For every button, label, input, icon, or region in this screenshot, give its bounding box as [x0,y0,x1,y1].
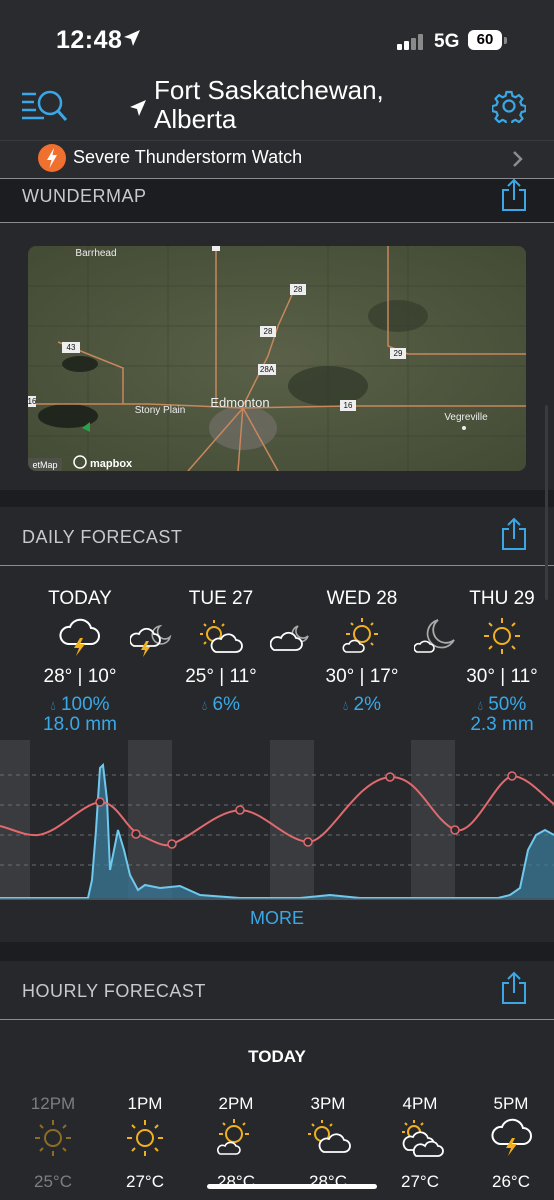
precip-percent: 100% [60,694,110,715]
map-label-edmonton: Edmonton [210,395,269,410]
divider [0,178,554,179]
day-precip: 💧︎ 50% [437,694,554,716]
map-road-number: 16 [28,397,37,406]
day-name: WED 28 [326,588,398,609]
forecast-graph[interactable] [0,740,554,900]
scrollbar[interactable] [545,405,548,600]
day-temps: 30° | 11° [466,666,538,687]
map-road-number: 43 [67,343,76,352]
thunderstorm-icon [59,618,100,656]
hour-time: 3PM [310,1094,346,1113]
lightning-alert-icon [38,144,66,172]
hour-time: 12PM [30,1094,76,1113]
day-precip: 💧︎ 100% [15,694,145,716]
hourly-forecast-title: HOURLY FORECAST [22,981,206,1001]
hourly-day-label: TODAY [248,1047,306,1066]
hour-temp: 28°C [217,1172,255,1191]
night-partly-cloudy-icon [414,619,455,653]
hour-temp: 25°C [34,1172,72,1191]
map-road-number: 28 [264,327,273,336]
search-menu-icon[interactable] [22,88,68,124]
status-time: 12:48 [56,26,123,54]
hour-time: 5PM [493,1094,529,1113]
day-precip: 💧︎ 6% [156,694,286,716]
map-label-stony-plain: Stony Plain [135,405,186,416]
sunny-icon [484,618,520,654]
sunny-icon [35,1120,71,1156]
thunderstorm-icon [491,1118,532,1156]
partly-sunny-icon [200,620,243,653]
day-temps: 25° | 11° [185,666,257,687]
partly-cloudy-icon [402,1120,444,1157]
day-precip: 💧︎ 2% [297,694,427,716]
map-road-number: 29 [394,349,403,358]
day-name: TUE 27 [188,588,254,609]
precip-amount: 2.3 mm [470,714,534,735]
map-label-barrhead: Barrhead [75,248,116,259]
location-arrow-icon [124,30,140,46]
night-band [411,740,455,900]
battery-tip [504,37,507,44]
wundermap-title: WUNDERMAP [22,186,147,206]
day-temps: 28° | 10° [43,666,117,687]
mapbox-logo: mapbox [90,458,133,470]
night-band [128,740,172,900]
hour-temp: 27°C [126,1172,164,1191]
map-road-number: 28 [294,285,303,294]
map-attribution-left: etMap [32,460,57,470]
location-arrow-icon [130,100,146,116]
night-cloudy-icon [270,625,309,651]
night-band [0,740,30,900]
partly-sunny-icon [308,1120,351,1153]
alert-text: Severe Thunderstorm Watch [73,147,303,167]
hour-time: 4PM [402,1094,438,1113]
location-name[interactable]: Fort Saskatchewan, Alberta [154,76,384,134]
share-icon[interactable] [500,971,528,1005]
location-line-2: Alberta [154,104,237,134]
hour-temp: 28°C [309,1172,347,1191]
raindrop-icon: 💧︎ [50,698,56,713]
location-line-1: Fort Saskatchewan, [154,75,384,105]
settings-gear-icon[interactable] [492,89,526,123]
wundermap-map[interactable]: 43 28 28 28A 29 16 16 Barrhead Stony Pla… [28,246,526,471]
hour-temp: 26°C [492,1172,530,1191]
day-temps: 30° | 17° [325,666,399,687]
hour-temp: 27°C [401,1172,439,1191]
day-name: TODAY [48,588,112,609]
precip-percent: 6% [212,694,240,715]
night-thunderstorm-icon [130,624,172,657]
precip-percent: 2% [353,694,381,715]
share-icon[interactable] [500,178,528,212]
chevron-right-icon[interactable] [512,150,524,168]
precip-amount: 18.0 mm [43,714,117,735]
section-gap [0,942,554,961]
hour-time: 2PM [218,1094,254,1113]
map-label-vegreville: Vegreville [444,412,488,423]
mostly-sunny-icon [342,618,378,653]
cell-signal-icon [397,34,423,50]
home-indicator[interactable] [207,1184,377,1189]
raindrop-icon: 💧︎ [477,698,483,713]
daily-forecast-title: DAILY FORECAST [22,527,183,547]
hour-time: 1PM [127,1094,163,1113]
map-road-number: 28A [260,365,275,374]
partly-sunny-icon [216,1119,249,1155]
sunny-icon [127,1120,163,1156]
network-type: 5G [434,31,460,52]
day-name: THU 29 [469,588,535,609]
raindrop-icon: 💧︎ [343,698,349,713]
more-button[interactable]: MORE [0,908,554,929]
section-gap [0,490,554,507]
battery-icon: 60 [468,30,502,50]
night-band [270,740,314,900]
precip-percent: 50% [488,694,527,715]
map-road-number: 16 [344,401,353,410]
share-icon[interactable] [500,517,528,551]
raindrop-icon: 💧︎ [202,698,208,713]
